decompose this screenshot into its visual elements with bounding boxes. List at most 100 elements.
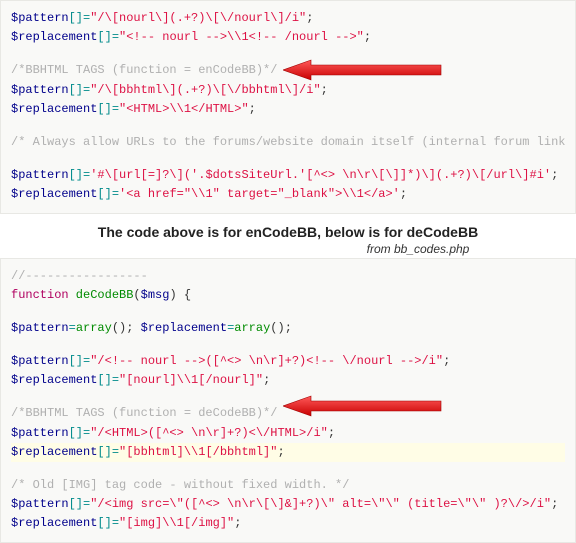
bracket: [] (97, 516, 111, 530)
bracket: [] (97, 445, 111, 459)
code-line-highlighted: $replacement[]="[bbhtml]\\1[/bbhtml]"; (11, 443, 565, 462)
comment-line: /* Always allow URLs to the forums/websi… (11, 133, 565, 152)
bracket: [] (69, 497, 83, 511)
bracket: [] (69, 83, 83, 97)
bracket: [] (97, 30, 111, 44)
code-line: $replacement[]="<HTML>\\1</HTML>"; (11, 100, 565, 119)
parens: () (270, 321, 284, 335)
semicolon: ; (321, 83, 328, 97)
paren-brace: ) { (169, 288, 191, 302)
string-literal: "<!-- nourl -->\\1<!-- /nourl -->" (119, 30, 364, 44)
code-line: $pattern[]="/\[nourl\](.+?)\[\/nourl\]/i… (11, 9, 565, 28)
code-line: $replacement[]="[nourl]\\1[/nourl]"; (11, 371, 565, 390)
code-line: $pattern[]="/<HTML>([^<> \n\r]+?)<\/HTML… (11, 424, 565, 443)
string-literal: "/<img src=\"([^<> \n\r\[\]&]+?)\" alt=\… (90, 497, 551, 511)
bracket: [] (69, 426, 83, 440)
php-variable: $replacement (11, 516, 97, 530)
string-literal: "<HTML>\\1</HTML>" (119, 102, 249, 116)
string-literal: "[img]\\1[/img]" (119, 516, 234, 530)
code-line: $pattern[]='#\[url[=]?\]('.$dotsSiteUrl.… (11, 166, 565, 185)
equals: = (112, 102, 119, 116)
php-variable: $replacement (133, 321, 227, 335)
php-variable: $pattern (11, 426, 69, 440)
php-variable: $pattern (11, 321, 69, 335)
php-variable: $pattern (11, 168, 69, 182)
code-line: $pattern[]="/<!-- nourl -->([^<> \n\r]+?… (11, 352, 565, 371)
bracket: [] (69, 11, 83, 25)
string-literal: "[nourl]\\1[/nourl]" (119, 373, 263, 387)
equals: = (69, 321, 76, 335)
function-name: deCodeBB (69, 288, 134, 302)
blank-line (11, 119, 565, 133)
code-line: $pattern=array(); $replacement=array(); (11, 319, 565, 338)
comment: /*BBHTML TAGS (function = deCodeBB)*/ (11, 406, 277, 420)
php-variable: $pattern (11, 497, 69, 511)
semicolon: ; (263, 373, 270, 387)
equals: = (112, 516, 119, 530)
comment: /* Always allow URLs to the forums/websi… (11, 135, 565, 149)
string-literal: "[bbhtml]\\1[/bbhtml]" (119, 445, 277, 459)
arrow-icon (283, 58, 443, 82)
blank-line (11, 305, 565, 319)
semicolon: ; (285, 321, 292, 335)
code-line: $replacement[]="[img]\\1[/img]"; (11, 514, 565, 533)
blank-line (11, 462, 565, 476)
php-variable: $replacement (11, 445, 97, 459)
caption-text: The code above is for enCodeBB, below is… (0, 224, 576, 240)
string-literal: '#\[url[=]?\]('.$dotsSiteUrl.'[^<> \n\r\… (90, 168, 551, 182)
php-variable: $pattern (11, 11, 69, 25)
semicolon: ; (551, 168, 558, 182)
code-line: $pattern[]="/<img src=\"([^<> \n\r\[\]&]… (11, 495, 565, 514)
comment: /*BBHTML TAGS (function = enCodeBB)*/ (11, 63, 277, 77)
php-variable: $pattern (11, 354, 69, 368)
bracket: [] (97, 373, 111, 387)
keyword: function (11, 288, 69, 302)
paren: ( (133, 288, 140, 302)
bracket: [] (97, 187, 111, 201)
string-literal: "/<HTML>([^<> \n\r]+?)<\/HTML>/i" (90, 426, 328, 440)
semicolon: ; (277, 445, 284, 459)
arrow-icon (283, 394, 443, 418)
semicolon: ; (400, 187, 407, 201)
php-variable: $pattern (11, 83, 69, 97)
bracket: [] (97, 102, 111, 116)
string-literal: "/\[bbhtml\](.+?)\[\/bbhtml\]/i" (90, 83, 320, 97)
code-block-encode: $pattern[]="/\[nourl\](.+?)\[\/nourl\]/i… (0, 0, 576, 214)
blank-line (11, 338, 565, 352)
comment: //----------------- (11, 269, 148, 283)
code-line: $replacement[]="<!-- nourl -->\\1<!-- /n… (11, 28, 565, 47)
code-line: $pattern[]="/\[bbhtml\](.+?)\[\/bbhtml\]… (11, 81, 565, 100)
semicolon: ; (328, 426, 335, 440)
equals: = (112, 30, 119, 44)
php-variable: $msg (141, 288, 170, 302)
equals: = (112, 373, 119, 387)
comment-line: //----------------- (11, 267, 565, 286)
parens: () (112, 321, 126, 335)
function-call: array (76, 321, 112, 335)
bracket: [] (69, 168, 83, 182)
php-variable: $replacement (11, 187, 97, 201)
semicolon: ; (306, 11, 313, 25)
caption-wrap: The code above is for enCodeBB, below is… (0, 224, 576, 240)
semicolon: ; (249, 102, 256, 116)
php-variable: $replacement (11, 373, 97, 387)
semicolon: ; (364, 30, 371, 44)
blank-line (11, 152, 565, 166)
string-literal: "/\[nourl\](.+?)\[\/nourl\]/i" (90, 11, 306, 25)
equals: = (112, 445, 119, 459)
function-call: array (234, 321, 270, 335)
code-block-decode: //----------------- function deCodeBB($m… (0, 258, 576, 543)
semicolon: ; (443, 354, 450, 368)
string-literal: "/<!-- nourl -->([^<> \n\r]+?)<!-- \/nou… (90, 354, 443, 368)
semicolon: ; (551, 497, 558, 511)
string-literal: '<a href="\\1" target="_blank">\\1</a>' (119, 187, 400, 201)
php-variable: $replacement (11, 102, 97, 116)
semicolon: ; (234, 516, 241, 530)
php-variable: $replacement (11, 30, 97, 44)
code-line: function deCodeBB($msg) { (11, 286, 565, 305)
comment-line: /* Old [IMG] tag code - without fixed wi… (11, 476, 565, 495)
equals: = (112, 187, 119, 201)
bracket: [] (69, 354, 83, 368)
comment: /* Old [IMG] tag code - without fixed wi… (11, 478, 349, 492)
subcaption-text: from bb_codes.php (0, 242, 576, 256)
